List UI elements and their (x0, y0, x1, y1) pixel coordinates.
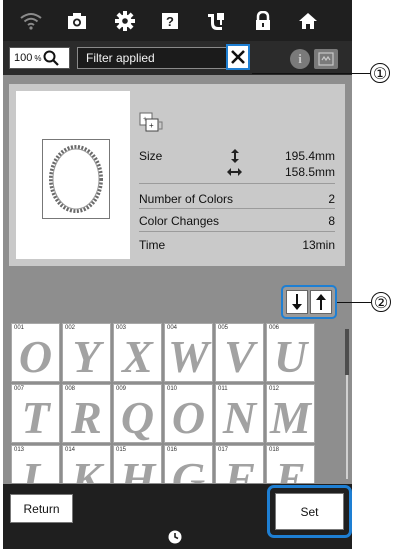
pattern-cell[interactable]: 017 F (215, 445, 264, 483)
pattern-cell[interactable]: 018 E (266, 445, 315, 483)
pattern-grid: 001 O 002 Y 003 X 004 W 005 V 006 U 007 T 008 R 009 Q 010 O… (11, 323, 317, 483)
color-changes-label: Color Changes (139, 214, 220, 228)
top-icon-bar: ? (3, 0, 352, 41)
pattern-thumbnail: Y (72, 331, 101, 382)
pattern-cell[interactable]: 004 W (164, 323, 213, 382)
size-height-value: 195.4mm (284, 149, 335, 163)
size-label: Size (139, 149, 163, 163)
arrow-up-icon (316, 294, 326, 310)
set-button-label: Set (300, 504, 319, 519)
stitch-simulator-icon[interactable] (314, 49, 338, 69)
colors-value: 2 (328, 192, 335, 206)
settings-icon[interactable] (111, 7, 139, 35)
pattern-thumbnail: W (168, 331, 209, 382)
svg-text:+: + (143, 116, 147, 123)
clear-filter-button[interactable] (226, 44, 250, 70)
pattern-thumbnail: F (224, 453, 255, 484)
svg-text:?: ? (166, 14, 174, 29)
return-button-label: Return (23, 501, 60, 516)
oval-frame-pattern (49, 145, 103, 213)
pattern-thumbnail: M (270, 392, 311, 443)
pattern-cell[interactable]: 008 R (62, 384, 111, 443)
zoom-unit: % (34, 53, 42, 63)
callout-2: ② (371, 292, 391, 312)
scrollbar[interactable] (345, 329, 349, 479)
pattern-thumbnail: X (122, 331, 153, 382)
filter-status-field[interactable]: Filter applied (77, 47, 249, 69)
time-label: Time (139, 238, 166, 252)
sort-ascending-button[interactable] (310, 290, 332, 314)
pattern-type-icon: + + (139, 112, 163, 132)
pattern-cell[interactable]: 003 X (113, 323, 162, 382)
pattern-thumbnail: H (119, 453, 156, 484)
info-icon[interactable]: i (290, 49, 310, 69)
sort-descending-button[interactable] (286, 290, 308, 314)
wifi-icon[interactable] (17, 7, 45, 35)
pattern-thumbnail: T (21, 392, 50, 443)
pattern-thumbnail: R (71, 392, 102, 443)
pattern-cell[interactable]: 012 M (266, 384, 315, 443)
divider (139, 183, 335, 184)
pattern-cell[interactable]: 009 Q (113, 384, 162, 443)
pattern-cell[interactable]: 006 U (266, 323, 315, 382)
callout-1: ① (370, 63, 390, 83)
height-arrow-icon (231, 149, 239, 163)
width-arrow-icon (227, 168, 242, 176)
pattern-thumbnail: O (18, 331, 53, 382)
pattern-toolbar: 100% Filter applied i (3, 41, 352, 75)
filter-status-text: Filter applied (86, 51, 155, 65)
size-width-value: 158.5mm (284, 165, 335, 179)
svg-text:+: + (149, 121, 154, 130)
embroidery-area-frame (42, 139, 110, 219)
machine-screen: ? 100% Filter applied i + + Size 195.4mm… (3, 0, 352, 549)
camera-icon[interactable] (63, 7, 91, 35)
callout-1-leader (252, 73, 370, 74)
lock-icon[interactable] (249, 7, 277, 35)
pattern-cell[interactable]: 007 T (11, 384, 60, 443)
pattern-thumbnail: V (224, 331, 255, 382)
zoom-button[interactable]: 100% (9, 47, 70, 69)
pattern-cell[interactable]: 015 H (113, 445, 162, 483)
arrow-down-icon (292, 294, 302, 310)
pattern-thumbnail: G (171, 453, 206, 484)
pattern-thumbnail: E (275, 453, 306, 484)
pattern-cell[interactable]: 011 N (215, 384, 264, 443)
pattern-cell[interactable]: 014 K (62, 445, 111, 483)
pattern-thumbnail: O (171, 392, 206, 443)
colors-label: Number of Colors (139, 192, 234, 206)
set-button-highlight: Set (267, 485, 352, 538)
pattern-thumbnail: Q (120, 392, 155, 443)
scrollbar-thumb[interactable] (345, 329, 349, 375)
pattern-cell[interactable]: 005 V (215, 323, 264, 382)
return-button[interactable]: Return (10, 494, 73, 523)
pattern-cell[interactable]: 001 O (11, 323, 60, 382)
close-icon (231, 50, 245, 64)
divider (139, 208, 335, 209)
time-value: 13min (302, 238, 335, 252)
color-changes-value: 8 (328, 214, 335, 228)
divider (139, 231, 335, 232)
pattern-cell[interactable]: 016 G (164, 445, 213, 483)
pattern-info-panel: + + Size 195.4mm 158.5mm Number of Color… (9, 84, 345, 266)
sort-order-toggle (281, 285, 337, 319)
pattern-thumbnail: K (71, 453, 102, 484)
zoom-value: 100 (14, 52, 33, 64)
pattern-preview (16, 91, 130, 259)
pattern-thumbnail: N (222, 392, 257, 443)
pattern-thumbnail: U (273, 331, 308, 382)
pattern-cell[interactable]: 002 Y (62, 323, 111, 382)
embroidery-icon[interactable] (202, 7, 230, 35)
home-icon[interactable] (294, 7, 322, 35)
pattern-details: + + Size 195.4mm 158.5mm Number of Color… (139, 84, 343, 266)
pattern-thumbnail: L (21, 453, 50, 484)
pattern-cell[interactable]: 013 L (11, 445, 60, 483)
pattern-cell[interactable]: 010 O (164, 384, 213, 443)
callout-2-leader (337, 302, 371, 303)
magnifier-icon (43, 50, 60, 66)
help-icon[interactable]: ? (156, 7, 184, 35)
clock-icon (168, 530, 182, 544)
set-button[interactable]: Set (275, 493, 344, 530)
